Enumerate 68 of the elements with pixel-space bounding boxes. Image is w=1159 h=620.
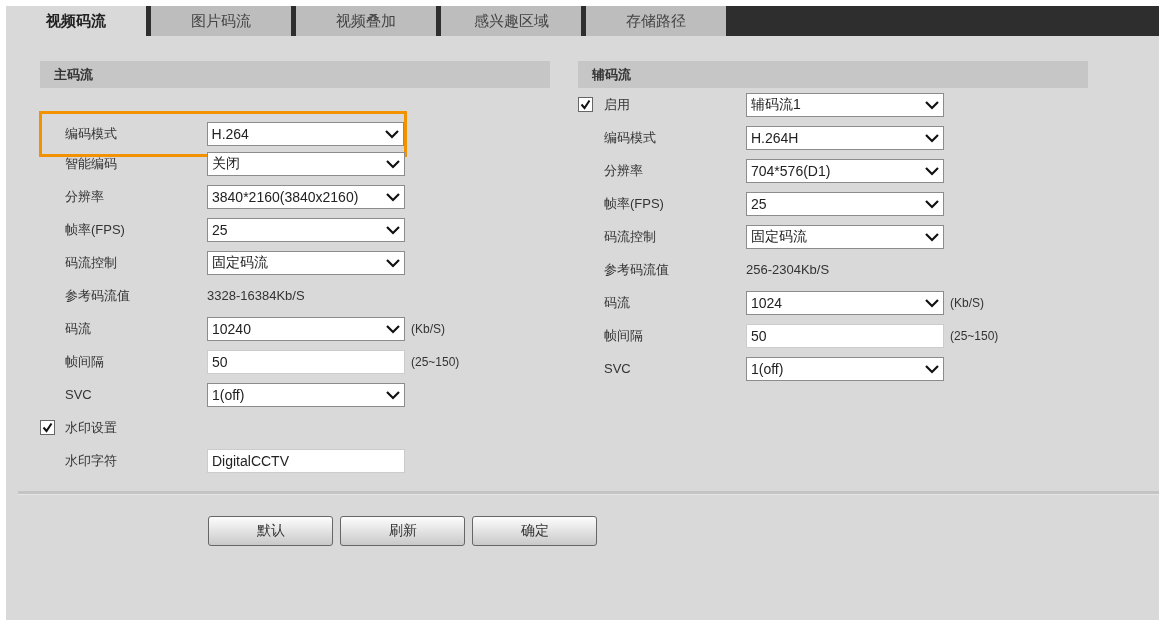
field-label: 帧间隔 bbox=[65, 352, 105, 371]
field-label: 智能编码 bbox=[65, 154, 118, 173]
checkbox[interactable] bbox=[578, 97, 593, 112]
tab[interactable]: 视频叠加 bbox=[296, 6, 441, 36]
chevron-down-icon bbox=[925, 198, 939, 209]
dropdown[interactable]: H.264H bbox=[746, 125, 944, 150]
dropdown[interactable]: H.264 bbox=[206, 122, 404, 146]
chevron-down-icon bbox=[386, 191, 400, 202]
chevron-down-icon bbox=[925, 297, 939, 308]
action-button[interactable]: 刷新 bbox=[340, 516, 465, 546]
dropdown[interactable]: 25 bbox=[746, 191, 944, 216]
chevron-down-icon bbox=[925, 363, 939, 374]
action-button[interactable]: 默认 bbox=[208, 516, 333, 546]
field-label: 码流 bbox=[604, 293, 631, 312]
chevron-down-icon bbox=[386, 389, 400, 400]
dropdown[interactable]: 辅码流1 bbox=[746, 92, 944, 117]
input-field[interactable]: DigitalCCTV bbox=[207, 448, 405, 473]
unit-text: (Kb/S) bbox=[950, 295, 984, 310]
section-header: 辅码流 bbox=[578, 61, 1088, 88]
dropdown[interactable]: 1(off) bbox=[746, 356, 944, 381]
chevron-down-icon bbox=[925, 99, 939, 110]
field-label: 帧率(FPS) bbox=[65, 220, 126, 239]
unit-text: (25~150) bbox=[950, 328, 999, 343]
chevron-down-icon bbox=[386, 257, 400, 268]
input-field[interactable]: 50 bbox=[207, 349, 405, 374]
dropdown[interactable]: 3840*2160(3840x2160) bbox=[207, 184, 405, 209]
input-field[interactable]: 50 bbox=[746, 323, 944, 348]
value-text: 256-2304Kb/S bbox=[746, 262, 830, 277]
chevron-down-icon bbox=[386, 323, 400, 334]
field-label: 参考码流值 bbox=[604, 260, 670, 279]
tab[interactable]: 存储路径 bbox=[586, 6, 731, 36]
value-text: 3328-16384Kb/S bbox=[207, 288, 305, 303]
field-label: 编码模式 bbox=[64, 125, 118, 143]
field-label: SVC bbox=[65, 387, 93, 402]
checkbox[interactable] bbox=[40, 420, 55, 435]
dropdown[interactable]: 10240 bbox=[207, 316, 405, 341]
action-button[interactable]: 确定 bbox=[472, 516, 597, 546]
field-label: 码流控制 bbox=[604, 227, 657, 246]
chevron-down-icon bbox=[925, 132, 939, 143]
dropdown[interactable]: 25 bbox=[207, 217, 405, 242]
unit-text: (25~150) bbox=[411, 354, 460, 369]
dropdown[interactable]: 关闭 bbox=[207, 151, 405, 176]
dropdown[interactable]: 固定码流 bbox=[746, 224, 944, 249]
field-label: 帧间隔 bbox=[604, 326, 644, 345]
tab[interactable]: 感兴趣区域 bbox=[441, 6, 586, 36]
field-label: 水印字符 bbox=[65, 451, 118, 470]
dropdown[interactable]: 1024 bbox=[746, 290, 944, 315]
field-label: 参考码流值 bbox=[65, 286, 131, 305]
chevron-down-icon bbox=[925, 231, 939, 242]
field-label: 分辨率 bbox=[604, 161, 644, 180]
dropdown[interactable]: 1(off) bbox=[207, 382, 405, 407]
field-label: 码流 bbox=[65, 319, 92, 338]
chevron-down-icon bbox=[925, 165, 939, 176]
chevron-down-icon bbox=[385, 129, 399, 139]
field-label: 帧率(FPS) bbox=[604, 194, 665, 213]
field-label: 码流控制 bbox=[65, 253, 118, 272]
field-label: 启用 bbox=[604, 95, 631, 114]
section-header: 主码流 bbox=[40, 61, 550, 88]
tab[interactable]: 图片码流 bbox=[151, 6, 296, 36]
field-label: SVC bbox=[604, 361, 632, 376]
chevron-down-icon bbox=[386, 224, 400, 235]
field-label: 分辨率 bbox=[65, 187, 105, 206]
field-label: 编码模式 bbox=[604, 128, 657, 147]
dropdown[interactable]: 704*576(D1) bbox=[746, 158, 944, 183]
unit-text: (Kb/S) bbox=[411, 321, 445, 336]
dropdown[interactable]: 固定码流 bbox=[207, 250, 405, 275]
chevron-down-icon bbox=[386, 158, 400, 169]
field-label: 水印设置 bbox=[65, 418, 118, 437]
